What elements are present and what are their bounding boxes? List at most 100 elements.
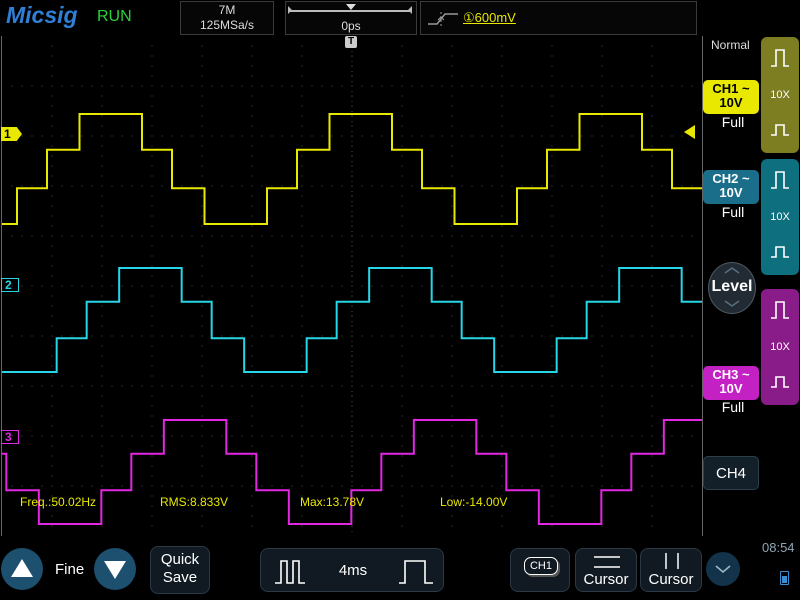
- grid-dot: [421, 85, 423, 87]
- grid-dot: [51, 235, 53, 237]
- ch3-offset-marker[interactable]: 3: [1, 430, 19, 444]
- grid-dot: [131, 135, 133, 137]
- grid-dot: [451, 105, 453, 107]
- grid-dot: [341, 85, 343, 87]
- grid-dot: [601, 435, 603, 437]
- grid-dot: [601, 425, 603, 427]
- grid-dot: [651, 355, 653, 357]
- measurement-frequency[interactable]: Freq.:50.02Hz: [20, 495, 96, 509]
- grid-dot: [261, 335, 263, 337]
- acquisition-info[interactable]: 7M 125MSa/s: [180, 1, 274, 35]
- grid-dot: [381, 135, 383, 137]
- grid-dot: [641, 435, 643, 437]
- grid-dot: [461, 135, 463, 137]
- grid-dot: [201, 315, 203, 317]
- grid-dot: [661, 285, 663, 287]
- grid-dot: [251, 255, 253, 257]
- grid-dot: [321, 285, 323, 287]
- horizontal-position-control[interactable]: 0ps: [285, 1, 417, 35]
- trigger-level-arrow-icon[interactable]: [684, 125, 695, 139]
- grid-dot: [451, 325, 453, 327]
- grid-dot: [251, 315, 253, 317]
- grid-dot: [281, 285, 283, 287]
- grid-dot: [301, 445, 303, 447]
- measurement-rms[interactable]: RMS:8.833V: [160, 495, 228, 509]
- grid-dot: [301, 455, 303, 457]
- ch1-settings-label[interactable]: CH1 ~ 10V: [703, 80, 759, 114]
- grid-dot: [501, 115, 503, 117]
- grid-dot: [151, 305, 153, 307]
- grid-dot: [301, 405, 303, 407]
- grid-dot: [551, 355, 553, 357]
- trigger-level-knob[interactable]: Level: [708, 262, 756, 314]
- timebase-decrease-button[interactable]: [261, 549, 319, 593]
- grid-dot: [561, 485, 563, 487]
- measurement-low[interactable]: Low:-14.00V: [440, 495, 507, 509]
- ch3-settings-label[interactable]: CH3 ~ 10V: [703, 366, 759, 400]
- grid-dot: [51, 455, 53, 457]
- triangle-up-icon: [11, 559, 33, 577]
- grid-dot: [341, 435, 343, 437]
- grid-dot: [181, 85, 183, 87]
- grid-dot: [501, 95, 503, 97]
- grid-dot: [171, 385, 173, 387]
- grid-dot: [191, 235, 193, 237]
- ch3-position-control[interactable]: 10X: [761, 289, 799, 405]
- quick-save-button[interactable]: Quick Save: [150, 546, 210, 594]
- menu-toggle-button[interactable]: [706, 552, 740, 586]
- grid-dot: [241, 285, 243, 287]
- ch3-probe-ratio: 10X: [770, 341, 790, 353]
- grid-dot: [251, 105, 253, 107]
- grid-dot: [141, 85, 143, 87]
- fine-adjust-label[interactable]: Fine: [55, 561, 84, 578]
- grid-dot: [651, 455, 653, 457]
- grid-dot: [401, 185, 403, 187]
- ch4-button[interactable]: CH4: [703, 456, 759, 490]
- measurement-max[interactable]: Max:13.78V: [300, 495, 364, 509]
- grid-dot: [491, 335, 493, 337]
- ch2-offset-marker[interactable]: 2: [1, 278, 19, 292]
- grid-dot: [241, 85, 243, 87]
- grid-dot: [481, 435, 483, 437]
- grid-dot: [651, 125, 653, 127]
- grid-dot: [101, 265, 103, 267]
- grid-dot: [301, 225, 303, 227]
- grid-dot: [551, 165, 553, 167]
- grid-dot: [651, 375, 653, 377]
- trigger-time-marker[interactable]: T: [345, 36, 357, 48]
- ch2-position-control[interactable]: 10X: [761, 159, 799, 275]
- decrease-button[interactable]: [94, 548, 136, 590]
- grid-dot: [681, 435, 683, 437]
- grid-dot: [401, 375, 403, 377]
- grid-dot: [211, 135, 213, 137]
- grid-dot: [581, 85, 583, 87]
- grid-dot: [501, 325, 503, 327]
- increase-button[interactable]: [1, 548, 43, 590]
- grid-dot: [651, 255, 653, 257]
- ch1-position-control[interactable]: 10X: [761, 37, 799, 153]
- grid-dot: [221, 185, 223, 187]
- grid-dot: [481, 385, 483, 387]
- waveform-display[interactable]: [1, 36, 703, 536]
- horizontal-cursor-button[interactable]: Cursor: [575, 548, 637, 592]
- channel-select-button[interactable]: CH1: [510, 548, 570, 592]
- ch2-settings-label[interactable]: CH2 ~ 10V: [703, 170, 759, 204]
- right-bracket-icon: [408, 6, 412, 14]
- timebase-increase-button[interactable]: [387, 549, 445, 593]
- grid-dot: [341, 385, 343, 387]
- grid-dot: [61, 335, 63, 337]
- grid-dot: [171, 485, 173, 487]
- grid-dot: [401, 245, 403, 247]
- grid-dot: [161, 135, 163, 137]
- grid-dot: [221, 385, 223, 387]
- vertical-cursor-button[interactable]: Cursor: [640, 548, 702, 592]
- grid-dot: [201, 125, 203, 127]
- run-stop-status[interactable]: RUN: [97, 8, 132, 26]
- grid-dot: [301, 105, 303, 107]
- trigger-mode-label[interactable]: Normal: [711, 38, 750, 52]
- trigger-settings[interactable]: ①600mV: [420, 1, 697, 35]
- grid-dot: [31, 435, 33, 437]
- grid-dot: [561, 335, 563, 337]
- grid-dot: [161, 335, 163, 337]
- grid-dot: [151, 65, 153, 67]
